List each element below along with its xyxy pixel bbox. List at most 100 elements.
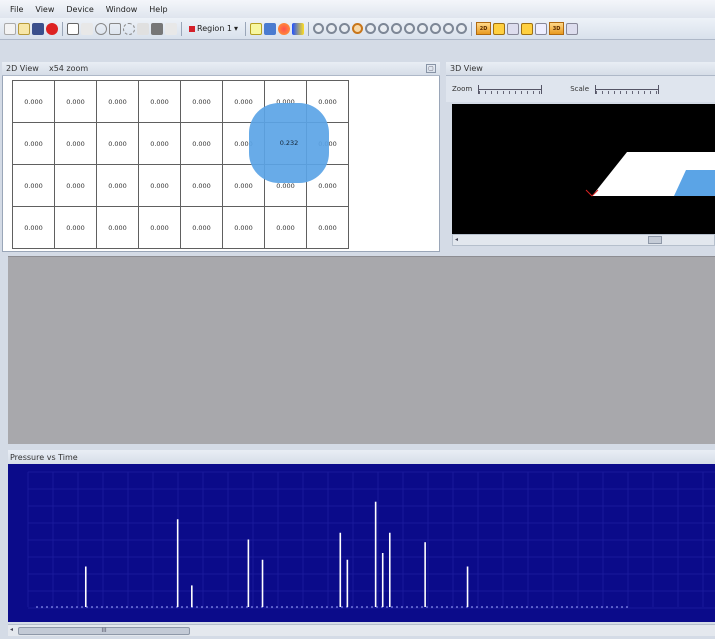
grid-cell[interactable]: 0.000 [138,122,181,165]
chart-icon[interactable] [493,22,506,35]
grid-cell[interactable]: 0.000 [306,206,349,249]
grid-row: 0.000 0.000 0.000 0.000 0.000 0.000 0.000 0.000 [12,206,349,249]
save-icon[interactable] [32,22,44,35]
rect-tool-icon[interactable] [109,22,121,35]
sensor-2-icon[interactable] [326,23,338,34]
sensor-9-icon[interactable] [417,23,429,34]
grid-cell[interactable]: 0.000 [12,80,55,123]
view-3d-controls: Zoom Scale [446,76,715,102]
pressure-panel-header: Pressure vs Time [8,450,715,464]
grid-cell[interactable]: 0.000 [54,164,97,207]
line-tool-icon[interactable] [81,22,93,35]
eraser-tool-icon[interactable] [165,22,177,35]
grid-cell[interactable]: 0.000 [138,206,181,249]
view-2d-header: 2D View x54 zoom ▢ [2,62,440,76]
scale-slider[interactable] [595,84,660,94]
grid-cell[interactable]: 0.000 [54,80,97,123]
toolbar-separator [62,21,63,36]
region-selector[interactable]: Region 1 ▾ [186,24,241,33]
sensor-1-icon[interactable] [313,23,325,34]
axis-x-line [585,189,593,197]
report-icon[interactable] [521,22,534,35]
panel-restore-icon[interactable]: ▢ [426,64,436,73]
sensor-6-icon[interactable] [378,23,390,34]
new-file-icon[interactable] [4,22,16,35]
toolbar-separator [181,21,182,36]
view-3d-title: 3D View [450,64,483,73]
region-color-swatch [189,25,195,32]
sensor-10-icon[interactable] [430,23,442,34]
sensor-4-icon[interactable] [352,23,364,34]
menu-window[interactable]: Window [100,5,144,14]
zoom-label: Zoom [452,85,473,93]
grid-cell[interactable]: 0.000 [54,206,97,249]
toolbar: Region 1 ▾ 2D 3D [0,18,715,40]
horizontal-scrollbar[interactable]: ◂ III [8,624,715,636]
view-3d-header: 3D View [446,62,715,76]
grid-cell[interactable]: 0.000 [264,206,307,249]
settings-icon[interactable] [566,22,579,35]
colormap-icon[interactable] [264,22,277,35]
sensor-7-icon[interactable] [391,23,403,34]
sensor-12-icon[interactable] [456,23,468,34]
sensor-5-icon[interactable] [365,23,377,34]
ellipse-tool-icon[interactable] [95,22,107,35]
menu-bar: File View Device Window Help [0,0,715,18]
menu-help[interactable]: Help [143,5,173,14]
zoom-slider[interactable] [478,84,543,94]
menu-file[interactable]: File [4,5,29,14]
grid-cell[interactable]: 0.000 [138,164,181,207]
stop-icon[interactable] [46,22,58,35]
grid-cell[interactable]: 0.000 [138,80,181,123]
pointer-icon[interactable] [67,22,79,35]
pressure-chart[interactable] [8,464,715,622]
pen-tool-icon[interactable] [137,22,149,35]
toolbar-separator [471,21,473,36]
grid-cell[interactable]: 0.000 [54,122,97,165]
sensor-3-icon[interactable] [339,23,351,34]
grid-cell[interactable]: 0.000 [12,164,55,207]
2d-view-icon[interactable]: 2D [476,22,492,35]
table-icon[interactable] [507,22,520,35]
export-icon[interactable] [535,22,548,35]
scroll-thumb[interactable] [648,236,662,244]
toolbar-separator [308,21,310,36]
dropdown-arrow-icon: ▾ [234,24,239,33]
3d-view-icon[interactable]: 3D [549,22,565,35]
3d-surface [585,152,715,197]
grid-cell[interactable]: 0.000 [96,80,139,123]
grid-cell[interactable]: 0.000 [12,206,55,249]
gradient-icon[interactable] [292,22,305,35]
grid-cell[interactable]: 0.000 [180,80,223,123]
menu-device[interactable]: Device [60,5,99,14]
open-folder-icon[interactable] [18,22,30,35]
app-window: File View Device Window Help Region 1 ▾ [0,0,715,639]
view-3d-canvas[interactable] [452,104,715,234]
grid-cell[interactable]: 0.000 [222,206,265,249]
region-label: Region 1 [197,24,233,33]
scroll-left-icon[interactable]: ◂ [455,236,458,243]
view-2d-title: 2D View [6,64,39,73]
palette-icon[interactable] [278,22,291,35]
scale-label: Scale [570,85,590,93]
menu-view[interactable]: View [29,5,60,14]
view-3d-scrollbar[interactable]: ◂ [452,234,715,246]
grid-cell[interactable]: 0.000 [180,122,223,165]
scroll-left-icon[interactable]: ◂ [10,626,13,633]
sensor-8-icon[interactable] [404,23,416,34]
grid-icon[interactable] [250,22,263,35]
pressure-panel-title: Pressure vs Time [10,452,78,462]
grid-cell[interactable]: 0.000 [12,122,55,165]
grid-cell[interactable]: 0.000 [180,164,223,207]
view-2d-zoom: x54 zoom [48,64,89,73]
grid-cell[interactable]: 0.000 [96,122,139,165]
toolbar-separator [245,21,247,36]
grid-cell[interactable]: 0.000 [96,206,139,249]
sensor-11-icon[interactable] [443,23,455,34]
lasso-tool-icon[interactable] [123,22,135,35]
measure-tool-icon[interactable] [151,22,163,35]
hotspot-value: 0.232 [279,139,299,147]
grid-cell[interactable]: 0.000 [96,164,139,207]
scroll-thumb[interactable]: III [18,627,190,635]
grid-cell[interactable]: 0.000 [180,206,223,249]
